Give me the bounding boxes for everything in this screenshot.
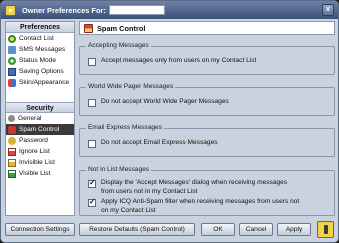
sidebar-item-label: Status Mode bbox=[19, 57, 57, 64]
group-not-in-list: Not in List Messages Display the 'Accept… bbox=[79, 166, 335, 216]
group-title: Not in List Messages bbox=[86, 166, 152, 173]
apply-button[interactable]: Apply bbox=[277, 223, 311, 236]
restore-defaults-button[interactable]: Restore Defaults (Spam Control) bbox=[79, 223, 195, 236]
sidebar-item-password[interactable]: Password bbox=[6, 135, 74, 146]
sidebar-item-label: Spam Control bbox=[19, 126, 60, 133]
option-accept-only-contacts[interactable]: Accept messages only from users on my Co… bbox=[88, 57, 301, 66]
panel-title: Spam Control bbox=[97, 23, 146, 33]
flower-icon bbox=[8, 34, 16, 43]
option-label: Accept messages only from users on my Co… bbox=[101, 57, 257, 64]
preferences-heading: Preferences bbox=[6, 22, 74, 33]
group-accepting-messages: Accepting Messages Accept messages only … bbox=[79, 42, 335, 75]
sidebar-item-ignore-list[interactable]: Ignore List bbox=[6, 146, 74, 157]
sidebar-item-label: Ignore List bbox=[19, 148, 50, 155]
option-anti-spam-filter[interactable]: Apply ICQ Anti-Spam filter when receivin… bbox=[88, 198, 301, 215]
skin-icon bbox=[8, 78, 16, 87]
wrench-icon bbox=[8, 115, 15, 122]
option-display-accept-dialog[interactable]: Display the 'Accept Messages' dialog whe… bbox=[88, 179, 301, 196]
checkbox[interactable] bbox=[88, 98, 96, 107]
ignore-list-icon bbox=[8, 147, 16, 156]
group-email-express: Email Express Messages Do not accept Ema… bbox=[79, 124, 335, 157]
sidebar-item-label: Password bbox=[19, 137, 48, 144]
option-label: Do not accept Email Express Messages bbox=[101, 139, 218, 146]
sidebar-item-sms-messages[interactable]: SMS Messages bbox=[6, 44, 74, 55]
sidebar-item-saving-options[interactable]: Saving Options bbox=[6, 66, 74, 77]
close-button[interactable]: x bbox=[322, 4, 334, 16]
sidebar-item-invisible-list[interactable]: Invisible List bbox=[6, 157, 74, 168]
group-title: Email Express Messages bbox=[86, 124, 165, 131]
group-title: World Wide Pager Messages bbox=[86, 83, 176, 90]
save-icon bbox=[8, 67, 16, 76]
ok-button[interactable]: OK bbox=[201, 223, 235, 236]
button-bar: Connection Settings Restore Defaults (Sp… bbox=[1, 220, 338, 242]
sidebar-item-label: Invisible List bbox=[19, 159, 55, 166]
connection-settings-button[interactable]: Connection Settings bbox=[5, 223, 75, 236]
checkbox[interactable] bbox=[88, 198, 96, 207]
phone-icon bbox=[8, 45, 16, 54]
checkbox[interactable] bbox=[88, 139, 96, 148]
option-label: Apply ICQ Anti-Spam filter when receivin… bbox=[101, 198, 300, 214]
sidebar-item-label: Contact List bbox=[19, 35, 54, 42]
checkbox[interactable] bbox=[88, 57, 96, 66]
checkbox[interactable] bbox=[88, 179, 96, 188]
owner-name-field bbox=[108, 5, 165, 15]
spam-icon bbox=[8, 125, 16, 134]
help-note-icon[interactable] bbox=[317, 221, 334, 238]
title-bar[interactable]: Owner Preferences For: x bbox=[1, 1, 338, 19]
option-no-wwp-messages[interactable]: Do not accept World Wide Pager Messages bbox=[88, 98, 301, 107]
option-label: Display the 'Accept Messages' dialog whe… bbox=[101, 179, 288, 195]
security-heading: Security bbox=[6, 102, 74, 113]
window-title: Owner Preferences For: bbox=[22, 5, 106, 15]
cancel-button[interactable]: Cancel bbox=[239, 223, 273, 236]
group-world-wide-pager: World Wide Pager Messages Do not accept … bbox=[79, 83, 335, 116]
group-title: Accepting Messages bbox=[86, 42, 151, 49]
icq-flower-icon bbox=[5, 4, 16, 16]
sidebar-item-label: General bbox=[18, 115, 42, 122]
sidebar-item-visible-list[interactable]: Visible List bbox=[6, 168, 74, 179]
visible-list-icon bbox=[8, 169, 16, 178]
sidebar-item-status-mode[interactable]: Status Mode bbox=[6, 55, 74, 66]
sidebar-item-general[interactable]: General bbox=[6, 113, 74, 124]
status-icon bbox=[8, 56, 16, 65]
sidebar-item-label: Saving Options bbox=[19, 68, 64, 75]
panel-header: Spam Control bbox=[79, 21, 335, 35]
sidebar-item-skin-appearance[interactable]: Skin/Appearance bbox=[6, 77, 74, 88]
option-no-email-express[interactable]: Do not accept Email Express Messages bbox=[88, 139, 301, 148]
spam-control-panel: Spam Control Accepting Messages Accept m… bbox=[79, 21, 335, 216]
sidebar-item-spam-control[interactable]: Spam Control bbox=[6, 124, 74, 135]
preferences-sidebar: Preferences Contact List SMS Messages St… bbox=[5, 21, 75, 216]
sidebar-item-label: Skin/Appearance bbox=[19, 79, 70, 86]
invisible-list-icon bbox=[8, 158, 16, 167]
key-icon bbox=[8, 136, 16, 145]
preferences-window: Owner Preferences For: x Preferences Con… bbox=[0, 0, 339, 243]
option-label: Do not accept World Wide Pager Messages bbox=[101, 98, 229, 105]
sidebar-item-label: Visible List bbox=[19, 170, 51, 177]
sidebar-item-contact-list[interactable]: Contact List bbox=[6, 33, 74, 44]
sidebar-item-label: SMS Messages bbox=[19, 46, 66, 53]
spam-icon bbox=[84, 23, 93, 33]
